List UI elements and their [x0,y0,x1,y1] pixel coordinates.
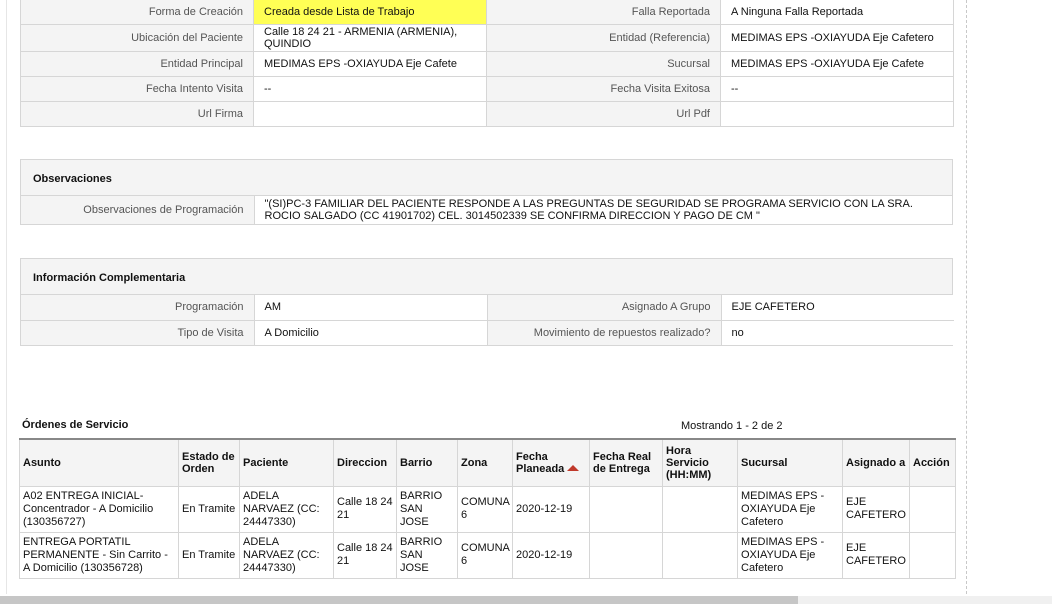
col-estado-orden[interactable]: Estado de Orden [178,438,240,487]
label-forma-creacion: Forma de Creación [20,0,254,25]
table-row[interactable]: A02 ENTREGA INICIAL-Concentrador - A Dom… [19,485,956,533]
col-paciente[interactable]: Paciente [239,438,334,487]
info-complementaria-table: Programación AM Asignado A Grupo EJE CAF… [21,295,954,345]
label-programacion: Programación [21,295,255,320]
label-url-pdf: Url Pdf [486,101,721,127]
label-fecha-visita-exitosa: Fecha Visita Exitosa [486,76,721,102]
cell-fecha-planeada: 2020-12-19 [512,531,590,579]
label-movimiento-repuestos: Movimiento de repuestos realizado? [487,319,722,345]
orders-table: Asunto Estado de Orden Paciente Direccio… [19,438,956,579]
value-sucursal: MEDIMAS EPS -OXIAYUDA Eje Cafete [720,51,954,77]
page-boundary-dashed [966,0,967,594]
value-observaciones-programacion: "(SI)PC-3 FAMILIAR DEL PACIENTE RESPONDE… [254,196,952,224]
cell-barrio: BARRIO SAN JOSE [396,485,458,533]
left-edge [6,0,7,594]
label-observaciones-programacion: Observaciones de Programación [21,196,255,224]
label-fecha-intento-visita: Fecha Intento Visita [20,76,254,102]
horizontal-scrollbar-thumb[interactable] [0,596,798,604]
value-tipo-visita: A Domicilio [254,319,488,345]
row-fecha-visita: Fecha Intento Visita -- Fecha Visita Exi… [20,76,954,102]
value-fecha-visita-exitosa: -- [720,76,954,102]
cell-hora [662,485,738,533]
cell-accion[interactable] [909,485,956,533]
cell-sucursal: MEDIMAS EPS -OXIAYUDA Eje Cafetero [737,531,843,579]
value-programacion: AM [254,295,488,320]
col-direccion[interactable]: Direccion [333,438,397,487]
cell-fecha-real [589,485,663,533]
cell-asunto: ENTREGA PORTATIL PERMANENTE - Sin Carrit… [19,531,179,579]
orders-pagination-count: Mostrando 1 - 2 de 2 [681,420,783,432]
value-entidad-referencia: MEDIMAS EPS -OXIAYUDA Eje Cafetero [720,24,954,52]
info-complementaria-section: Información Complementaria Programación … [20,258,954,346]
cell-estado: En Tramite [178,531,240,579]
cell-estado: En Tramite [178,485,240,533]
horizontal-scrollbar[interactable] [0,596,1052,604]
col-hora-servicio[interactable]: Hora Servicio (HH:MM) [662,438,738,487]
col-asignado[interactable]: Asignado a [842,438,910,487]
col-accion: Acción [909,438,956,487]
row-urls: Url Firma Url Pdf [20,101,954,127]
cell-paciente: ADELA NARVAEZ (CC: 24447330) [239,485,334,533]
value-entidad-principal: MEDIMAS EPS -OXIAYUDA Eje Cafete [253,51,487,77]
label-url-firma: Url Firma [20,101,254,127]
cell-accion[interactable] [909,531,956,579]
value-movimiento-repuestos: no [721,319,954,345]
sort-ascending-icon[interactable] [567,464,580,471]
cell-hora [662,531,738,579]
page-canvas: Forma de Creación Creada desde Lista de … [0,0,1052,604]
label-entidad-referencia: Entidad (Referencia) [486,24,721,52]
label-falla-reportada: Falla Reportada [486,0,721,25]
label-asignado-grupo: Asignado A Grupo [487,295,722,320]
label-entidad-principal: Entidad Principal [20,51,254,77]
cell-direccion: Calle 18 24 21 [333,485,397,533]
cell-fecha-planeada: 2020-12-19 [512,485,590,533]
cell-asignado: EJE CAFETERO [842,485,910,533]
value-asignado-grupo: EJE CAFETERO [721,295,954,320]
col-zona[interactable]: Zona [457,438,513,487]
col-fecha-planeada[interactable]: Fecha Planeada [512,438,590,487]
cell-paciente: ADELA NARVAEZ (CC: 24447330) [239,531,334,579]
value-url-firma[interactable] [253,101,487,127]
observaciones-table: Observaciones de Programación "(SI)PC-3 … [21,196,952,224]
cell-fecha-real [589,531,663,579]
value-forma-creacion: Creada desde Lista de Trabajo [253,0,487,25]
cell-sucursal: MEDIMAS EPS -OXIAYUDA Eje Cafetero [737,485,843,533]
cell-asignado: EJE CAFETERO [842,531,910,579]
col-sucursal[interactable]: Sucursal [737,438,843,487]
row-entidad-principal: Entidad Principal MEDIMAS EPS -OXIAYUDA … [20,51,954,77]
label-ubicacion-paciente: Ubicación del Paciente [20,24,254,52]
label-sucursal: Sucursal [486,51,721,77]
orders-header-row: Asunto Estado de Orden Paciente Direccio… [19,438,956,487]
row-forma-creacion: Forma de Creación Creada desde Lista de … [20,0,954,25]
label-tipo-visita: Tipo de Visita [21,319,255,345]
cell-barrio: BARRIO SAN JOSE [396,531,458,579]
col-fecha-real-entrega[interactable]: Fecha Real de Entrega [589,438,663,487]
detail-fields-grid: Forma de Creación Creada desde Lista de … [20,0,954,127]
orders-title: Órdenes de Servicio [22,419,129,431]
col-asunto[interactable]: Asunto [19,438,179,487]
observaciones-section: Observaciones Observaciones de Programac… [20,159,953,225]
value-url-pdf[interactable] [720,101,954,127]
observaciones-title: Observaciones [21,160,952,196]
col-barrio[interactable]: Barrio [396,438,458,487]
cell-asunto: A02 ENTREGA INICIAL-Concentrador - A Dom… [19,485,179,533]
row-ubicacion: Ubicación del Paciente Calle 18 24 21 - … [20,24,954,52]
value-ubicacion-paciente: Calle 18 24 21 - ARMENIA (ARMENIA), QUIN… [253,24,487,52]
value-falla-reportada: A Ninguna Falla Reportada [720,0,954,25]
info-complementaria-title: Información Complementaria [21,259,952,295]
cell-direccion: Calle 18 24 21 [333,531,397,579]
value-fecha-intento-visita: -- [253,76,487,102]
cell-zona: COMUNA 6 [457,485,513,533]
table-row[interactable]: ENTREGA PORTATIL PERMANENTE - Sin Carrit… [19,531,956,579]
cell-zona: COMUNA 6 [457,531,513,579]
